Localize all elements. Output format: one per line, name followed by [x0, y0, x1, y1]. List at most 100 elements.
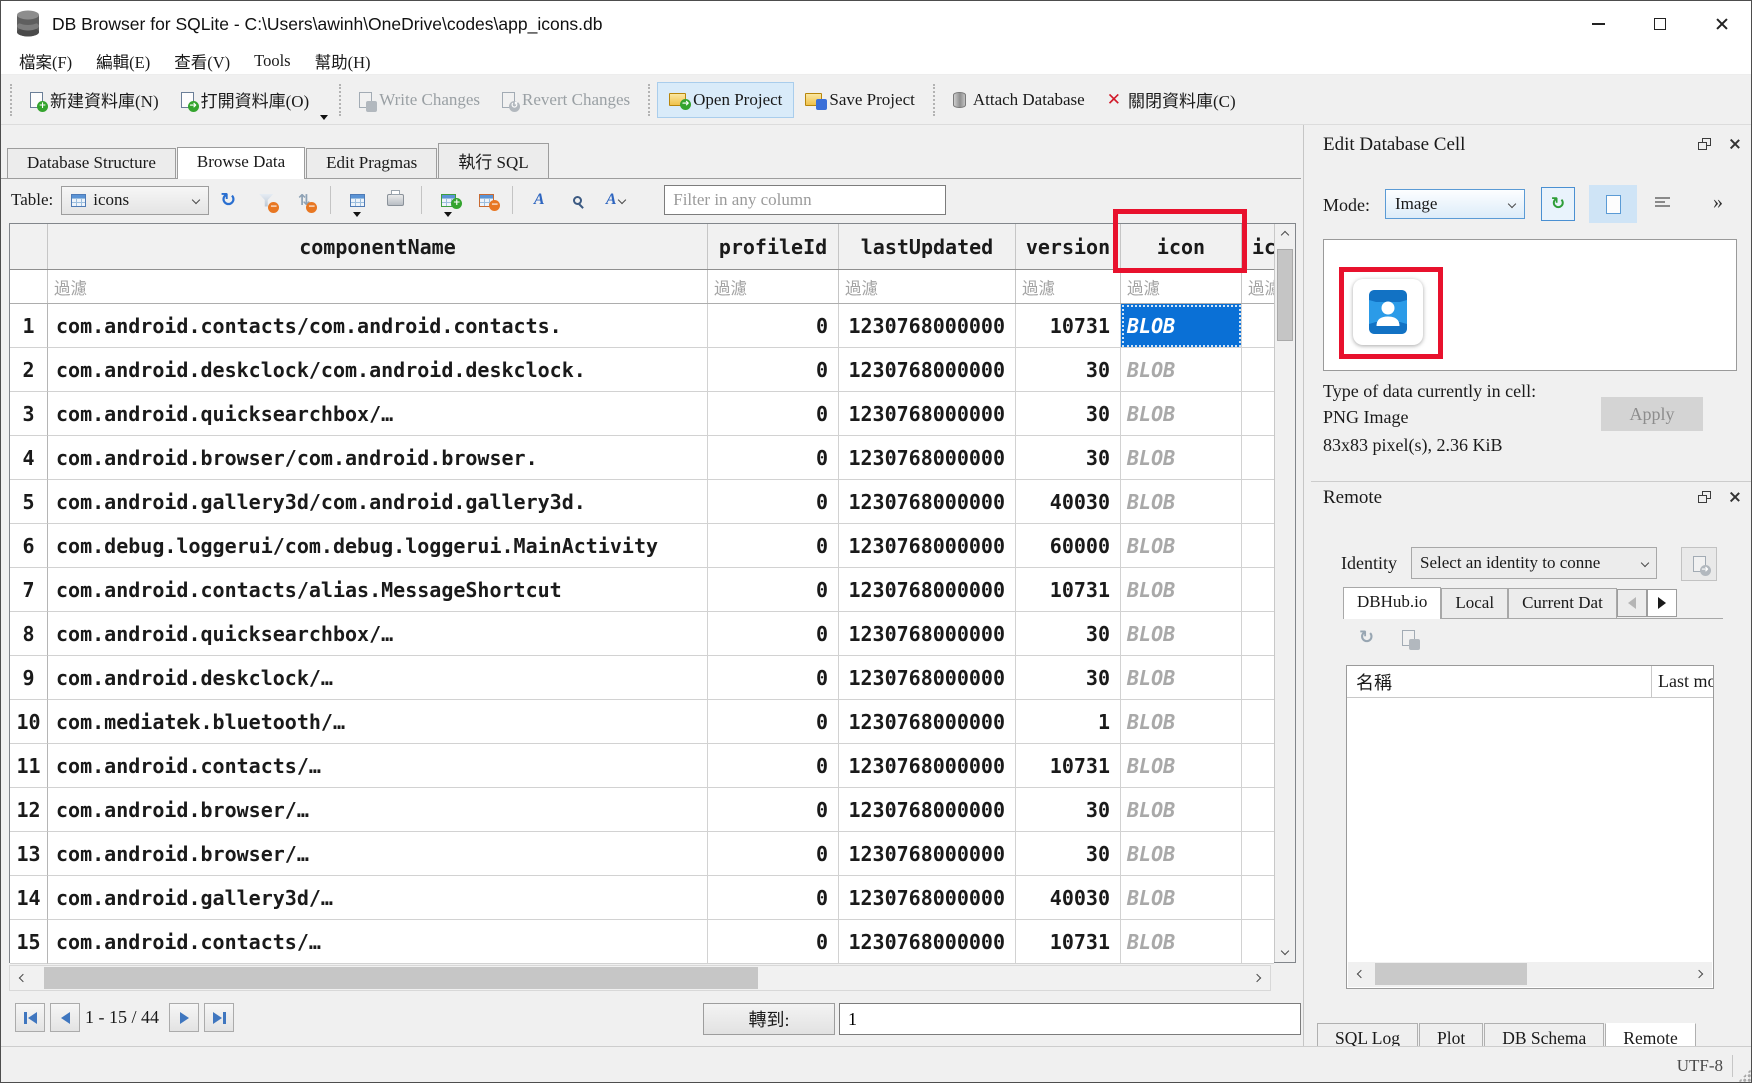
remote-tab-dbhub[interactable]: DBHub.io [1343, 587, 1441, 619]
refresh-button[interactable]: ↻ [213, 183, 243, 217]
close-button[interactable] [1691, 1, 1752, 47]
version-cell[interactable]: 1 [1016, 700, 1121, 744]
filter-cell-version[interactable]: 過濾 [1016, 270, 1121, 303]
icon-blob-cell[interactable]: BLOB [1121, 436, 1242, 480]
save-table-button[interactable] [342, 183, 372, 217]
partial-cell[interactable] [1242, 348, 1274, 392]
menu-file[interactable]: 檔案(F) [7, 47, 84, 75]
row-number-cell[interactable]: 14 [10, 876, 48, 920]
profileId-cell[interactable]: 0 [708, 876, 839, 920]
remote-tab-current-database[interactable]: Current Dat [1508, 588, 1617, 618]
icon-blob-cell[interactable]: BLOB [1121, 392, 1242, 436]
row-number-cell[interactable]: 12 [10, 788, 48, 832]
componentName-cell[interactable]: com.android.contacts/alias.MessageShortc… [48, 568, 708, 612]
icon-blob-cell[interactable]: BLOB [1121, 656, 1242, 700]
first-record-button[interactable] [15, 1003, 45, 1032]
previous-record-button[interactable] [50, 1003, 80, 1032]
text-view-button[interactable] [1589, 185, 1637, 223]
profileId-cell[interactable]: 0 [708, 656, 839, 700]
filter-cell-partial[interactable]: 過濾 [1242, 270, 1274, 303]
componentName-cell[interactable]: com.android.contacts/com.android.contact… [48, 304, 708, 348]
componentName-cell[interactable]: com.android.quicksearchbox/… [48, 612, 708, 656]
componentName-cell[interactable]: com.android.browser/… [48, 788, 708, 832]
componentName-cell[interactable]: com.android.browser/… [48, 832, 708, 876]
goto-record-input[interactable] [839, 1003, 1301, 1035]
icon-blob-cell[interactable]: BLOB [1121, 304, 1242, 348]
profileId-cell[interactable]: 0 [708, 700, 839, 744]
partial-cell[interactable] [1242, 480, 1274, 524]
partial-cell[interactable] [1242, 524, 1274, 568]
version-cell[interactable]: 30 [1016, 436, 1121, 480]
icon-blob-cell[interactable]: BLOB [1121, 348, 1242, 392]
partial-cell[interactable] [1242, 612, 1274, 656]
version-cell[interactable]: 30 [1016, 788, 1121, 832]
lastUpdated-cell[interactable]: 1230768000000 [839, 832, 1016, 876]
minimize-button[interactable] [1567, 1, 1629, 47]
lastUpdated-cell[interactable]: 1230768000000 [839, 568, 1016, 612]
lastUpdated-cell[interactable]: 1230768000000 [839, 744, 1016, 788]
clear-filters-button[interactable]: − [251, 183, 281, 217]
lastUpdated-cell[interactable]: 1230768000000 [839, 612, 1016, 656]
icon-blob-cell[interactable]: BLOB [1121, 920, 1242, 964]
version-cell[interactable]: 10731 [1016, 920, 1121, 964]
version-cell[interactable]: 30 [1016, 612, 1121, 656]
column-header-version[interactable]: version [1016, 224, 1121, 269]
lastUpdated-cell[interactable]: 1230768000000 [839, 876, 1016, 920]
tree-scroll-thumb[interactable] [1375, 963, 1527, 985]
profileId-cell[interactable]: 0 [708, 788, 839, 832]
save-table-dropdown-arrow[interactable] [353, 212, 361, 217]
vertical-scroll-thumb[interactable] [1277, 249, 1293, 341]
componentName-cell[interactable]: com.android.browser/com.android.browser. [48, 436, 708, 480]
icon-blob-cell[interactable]: BLOB [1121, 612, 1242, 656]
scroll-right-button[interactable] [1244, 966, 1270, 990]
row-number-cell[interactable]: 6 [10, 524, 48, 568]
profileId-cell[interactable]: 0 [708, 304, 839, 348]
profileId-cell[interactable]: 0 [708, 348, 839, 392]
panel-splitter[interactable] [1303, 125, 1304, 1046]
icon-blob-cell[interactable]: BLOB [1121, 568, 1242, 612]
partial-cell[interactable] [1242, 656, 1274, 700]
horizontal-scroll-thumb[interactable] [44, 967, 758, 989]
profileId-cell[interactable]: 0 [708, 744, 839, 788]
componentName-cell[interactable]: com.android.quicksearchbox/… [48, 392, 708, 436]
row-number-cell[interactable]: 4 [10, 436, 48, 480]
mode-select[interactable]: Image [1385, 189, 1525, 219]
partial-cell[interactable] [1242, 436, 1274, 480]
import-certificate-button[interactable]: ➜ [1681, 547, 1717, 581]
lastUpdated-cell[interactable]: 1230768000000 [839, 304, 1016, 348]
componentName-cell[interactable]: com.android.gallery3d/com.android.galler… [48, 480, 708, 524]
horizontal-scrollbar[interactable] [9, 965, 1271, 991]
row-number-cell[interactable]: 7 [10, 568, 48, 612]
partial-cell[interactable] [1242, 392, 1274, 436]
version-cell[interactable]: 10731 [1016, 568, 1121, 612]
lastUpdated-cell[interactable]: 1230768000000 [839, 700, 1016, 744]
row-number-cell[interactable]: 13 [10, 832, 48, 876]
new-database-button[interactable]: + 新建資料庫(N) [19, 80, 170, 119]
lastUpdated-cell[interactable]: 1230768000000 [839, 788, 1016, 832]
row-number-cell[interactable]: 2 [10, 348, 48, 392]
partial-cell[interactable] [1242, 920, 1274, 964]
tab-browse-data[interactable]: Browse Data [177, 147, 305, 179]
scroll-left-button[interactable] [1348, 962, 1374, 986]
profileId-cell[interactable]: 0 [708, 568, 839, 612]
version-cell[interactable]: 40030 [1016, 480, 1121, 524]
row-number-cell[interactable]: 1 [10, 304, 48, 348]
lastUpdated-cell[interactable]: 1230768000000 [839, 524, 1016, 568]
icon-blob-cell[interactable]: BLOB [1121, 480, 1242, 524]
icon-blob-cell[interactable]: BLOB [1121, 876, 1242, 920]
clone-database-icon[interactable] [1402, 630, 1415, 646]
icon-blob-cell[interactable]: BLOB [1121, 788, 1242, 832]
profileId-cell[interactable]: 0 [708, 524, 839, 568]
lastUpdated-cell[interactable]: 1230768000000 [839, 348, 1016, 392]
tab-scroll-right-button[interactable] [1647, 589, 1677, 617]
partial-cell[interactable] [1242, 876, 1274, 920]
tree-horizontal-scrollbar[interactable] [1348, 962, 1712, 987]
filter-any-column-input[interactable] [664, 185, 946, 215]
version-cell[interactable]: 10731 [1016, 744, 1121, 788]
identity-select[interactable]: Select an identity to conne [1411, 547, 1657, 579]
attach-database-button[interactable]: Attach Database [942, 83, 1096, 117]
scroll-right-button[interactable] [1686, 962, 1712, 986]
componentName-cell[interactable]: com.mediatek.bluetooth/… [48, 700, 708, 744]
column-header-profileId[interactable]: profileId [708, 224, 839, 269]
lastUpdated-cell[interactable]: 1230768000000 [839, 656, 1016, 700]
